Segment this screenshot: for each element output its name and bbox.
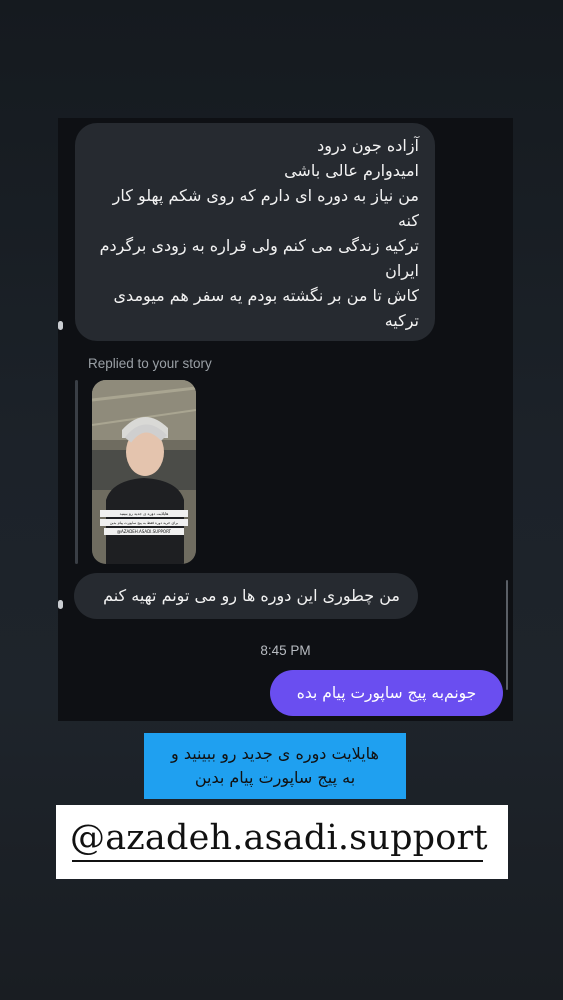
message-line: امیدوارم عالی باشی bbox=[284, 161, 419, 180]
incoming-message-bubble: آزاده جون درود امیدوارم عالی باشی من نیا… bbox=[75, 123, 435, 341]
reply-indicator-bar bbox=[75, 380, 78, 564]
message-line: من نیاز به دوره ای دارم که روی شکم پهلو … bbox=[112, 186, 419, 230]
message-line: کاش تا من بر نگشته بودم یه سفر هم میومدی… bbox=[113, 286, 419, 330]
mention-handle: @azadeh.asadi.support bbox=[70, 818, 488, 858]
incoming-message-bubble: من چطوری این دوره ها رو می تونم تهیه کنم bbox=[74, 573, 418, 619]
message-line: ترکیه زندگی می کنم ولی قراره به زودی برگ… bbox=[99, 236, 419, 280]
outgoing-message-bubble: جونم‌به پیج ساپورت پیام بده bbox=[270, 670, 503, 716]
message-line: آزاده جون درود bbox=[317, 136, 419, 155]
sender-avatar-icon bbox=[58, 600, 63, 609]
chat-screenshot: آزاده جون درود امیدوارم عالی باشی من نیا… bbox=[58, 118, 513, 721]
story-image: هایلایت دوره ی جدید رو ببینید برای خرید … bbox=[92, 380, 196, 564]
sender-avatar-icon bbox=[58, 321, 63, 330]
mention-underline bbox=[72, 860, 483, 862]
scrollbar[interactable] bbox=[506, 580, 508, 690]
story-thumbnail[interactable]: هایلایت دوره ی جدید رو ببینید برای خرید … bbox=[92, 380, 196, 564]
svg-text:هایلایت دوره ی جدید رو ببینید: هایلایت دوره ی جدید رو ببینید bbox=[120, 511, 169, 516]
message-timestamp: 8:45 PM bbox=[260, 643, 311, 658]
svg-text:@AZADEH.ASADI.SUPPORT: @AZADEH.ASADI.SUPPORT bbox=[117, 529, 172, 534]
caption-line: به پیج ساپورت پیام بدین bbox=[194, 768, 356, 787]
reply-label: Replied to your story bbox=[88, 356, 212, 371]
caption-line: هایلایت دوره ی جدید رو ببینید و bbox=[171, 744, 379, 763]
story-caption: هایلایت دوره ی جدید رو ببینید و به پیج س… bbox=[144, 733, 406, 799]
mention-sticker[interactable]: @azadeh.asadi.support bbox=[56, 805, 508, 879]
